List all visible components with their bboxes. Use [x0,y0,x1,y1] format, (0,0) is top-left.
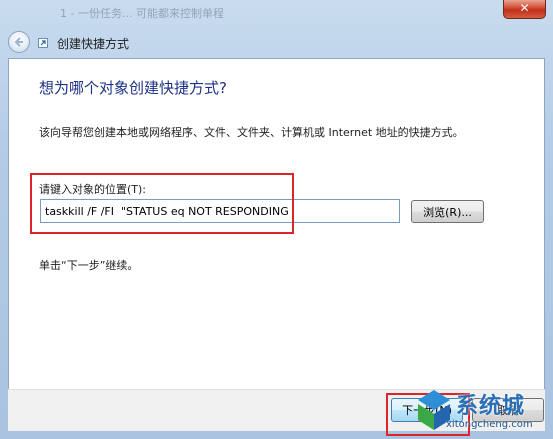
shortcut-icon [38,38,48,48]
window-frame: 1 - 一份任务... 可能都来控制单程 ✕ 创建快捷方式 想为哪个对象创建快捷… [0,0,553,439]
close-button[interactable]: ✕ [503,0,546,19]
location-input[interactable] [40,199,400,223]
browse-button[interactable]: 浏览(R)... [411,200,484,223]
back-button[interactable] [8,31,30,53]
back-arrow-icon [14,37,23,47]
wizard-description: 该向导帮您创建本地或网络程序、文件、文件夹、计算机或 Internet 地址的快… [39,126,464,139]
wizard-heading: 想为哪个对象创建快捷方式? [39,79,227,97]
wizard-content: 想为哪个对象创建快捷方式? 该向导帮您创建本地或网络程序、文件、文件夹、计算机或… [8,58,545,431]
page-title: 创建快捷方式 [57,37,130,51]
next-hint: 单击“下一步”继续。 [39,259,139,272]
title-bar-text: 1 - 一份任务... 可能都来控制单程 [60,7,224,19]
title-bar: 1 - 一份任务... 可能都来控制单程 ✕ [0,0,553,26]
wizard-footer [8,389,545,431]
navigation-bar: 创建快捷方式 [0,26,553,58]
next-button[interactable]: 下一步(N) [391,398,463,422]
location-label: 请键入对象的位置(T): [39,183,147,196]
cancel-button[interactable]: 取消 [472,398,544,422]
